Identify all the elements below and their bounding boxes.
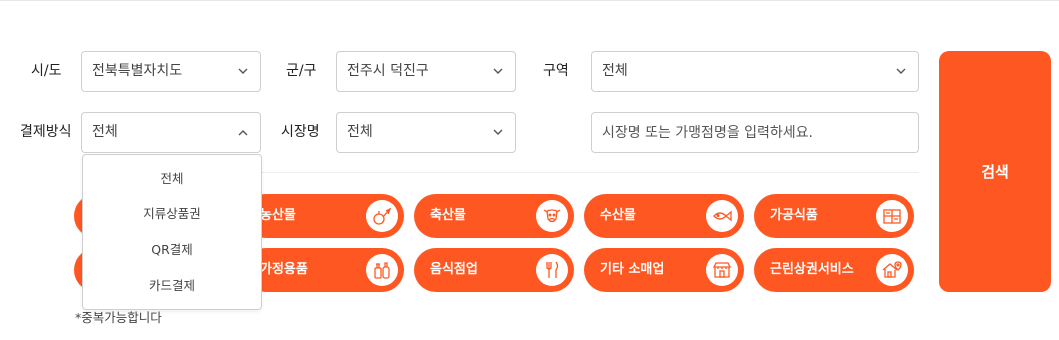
category-label: 농산물 (260, 208, 296, 223)
category-restaurant-button[interactable]: 음식점업 (414, 248, 574, 292)
area-value: 전체 (602, 63, 628, 79)
payment-option-qr[interactable]: QR결제 (83, 240, 261, 260)
market-select[interactable]: 전체 (336, 112, 516, 153)
sido-label: 시/도 (31, 63, 62, 79)
payment-select[interactable]: 전체 (81, 112, 261, 153)
category-agriculture-button[interactable]: 농산물 (244, 194, 404, 238)
chevron-down-icon (493, 113, 503, 152)
gungu-value: 전주시 덕진구 (347, 63, 429, 79)
category-livestock-button[interactable]: 축산물 (414, 194, 574, 238)
cow-icon (536, 200, 568, 232)
category-label: 수산물 (600, 208, 636, 223)
category-label: 기타 소매업 (600, 262, 665, 277)
category-retail-button[interactable]: 기타 소매업 (584, 248, 744, 292)
house-location-icon (876, 254, 908, 286)
sido-value: 전북특별자치도 (92, 63, 183, 79)
payment-option-card[interactable]: 카드결제 (83, 276, 261, 296)
payment-option-all[interactable]: 전체 (83, 169, 261, 189)
household-bottles-icon (366, 254, 398, 286)
chevron-up-icon (238, 113, 248, 152)
processed-food-icon (876, 200, 908, 232)
area-label: 구역 (543, 63, 569, 79)
category-label: 가공식품 (770, 208, 818, 223)
category-label: 축산물 (430, 208, 466, 223)
category-neighborhood-service-button[interactable]: 근린상권서비스 (754, 248, 914, 292)
sido-select[interactable]: 전북특별자치도 (81, 51, 261, 92)
payment-label: 결제방식 (20, 124, 72, 140)
top-divider (0, 0, 1059, 1)
fork-knife-icon (536, 254, 568, 286)
keyword-input[interactable] (591, 112, 919, 153)
payment-dropdown: 전체 지류상품권 QR결제 카드결제 (82, 154, 262, 310)
gungu-select[interactable]: 전주시 덕진구 (336, 51, 516, 92)
category-household-button[interactable]: 가정용품 (244, 248, 404, 292)
store-icon (706, 254, 738, 286)
payment-value: 전체 (92, 124, 118, 140)
market-value: 전체 (347, 124, 373, 140)
gungu-label: 군/구 (286, 63, 317, 79)
fish-icon (706, 200, 738, 232)
chevron-down-icon (493, 52, 503, 91)
search-button[interactable]: 검색 (939, 51, 1051, 292)
area-select[interactable]: 전체 (591, 51, 919, 92)
category-processed-food-button[interactable]: 가공식품 (754, 194, 914, 238)
market-label: 시장명 (281, 124, 320, 140)
category-label: 가정용품 (260, 262, 308, 277)
vegetable-icon (366, 200, 398, 232)
category-label: 음식점업 (430, 262, 478, 277)
category-label: 근린상권서비스 (770, 262, 854, 277)
chevron-down-icon (896, 52, 906, 91)
payment-option-paper-voucher[interactable]: 지류상품권 (83, 204, 261, 224)
chevron-down-icon (238, 52, 248, 91)
category-seafood-button[interactable]: 수산물 (584, 194, 744, 238)
